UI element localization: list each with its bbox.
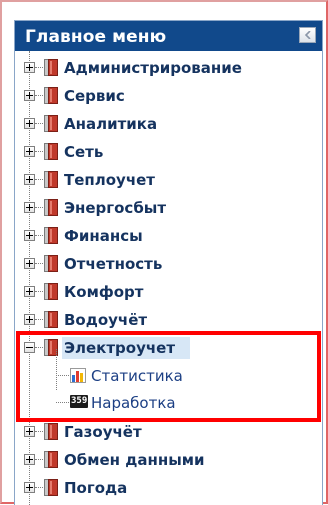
expand-toggle-icon[interactable] [24,90,35,101]
expand-toggle-icon[interactable] [24,258,35,269]
tree-children-line [56,349,57,390]
tree-node-label: Электроучет [64,339,176,357]
tree-child-node[interactable]: 359 Наработка [15,390,322,418]
book-icon [44,283,58,300]
book-icon [44,227,58,244]
tree-node-label: Обмен данными [64,451,205,469]
book-icon [44,115,58,132]
tree-connector [35,487,43,488]
tree-node[interactable]: Газоучёт [15,419,322,447]
tree-connector [56,375,69,376]
expand-toggle-icon[interactable] [24,230,35,241]
book-icon [44,311,58,328]
tree-connector [35,151,43,152]
tree-node[interactable]: Комфорт [15,279,322,307]
menu-tree: Администрирование Сервис Аналитика Сеть Тепл… [15,51,322,505]
tree-node[interactable]: Сеть [15,139,322,167]
tree-connector [35,263,43,264]
book-icon [44,255,58,272]
tree-node-label: Энергосбыт [64,199,167,217]
tree-connector [35,179,43,180]
expand-toggle-icon[interactable] [24,202,35,213]
tree-node[interactable]: Аналитика [15,111,322,139]
tree-connector [35,459,43,460]
tree-connector [35,123,43,124]
expand-toggle-icon[interactable] [24,426,35,437]
book-icon [44,87,58,104]
tree-child-label: Наработка [91,394,176,412]
tree-node-label: Теплоучет [64,171,156,189]
panel-title: Главное меню [25,27,167,47]
tree-node-label: Сервис [64,87,125,105]
tree-connector [35,67,43,68]
expand-toggle-icon[interactable] [24,118,35,129]
tree-node[interactable]: Отчетность [15,251,322,279]
tree-node-label: Водоучёт [64,311,148,329]
tree-node[interactable]: Энергосбыт [15,195,322,223]
expand-toggle-icon[interactable] [24,454,35,465]
tree-connector [35,235,43,236]
main-menu-panel: Главное меню Администрирование Сервис Анал… [14,20,323,505]
tree-node-label: Отчетность [64,255,163,273]
expand-toggle-icon[interactable] [24,314,35,325]
tree-child-node[interactable]: Статистика [15,363,322,391]
tree-node-label: Сеть [64,143,104,161]
tree-node-label: Финансы [64,227,143,245]
collapse-toggle-icon[interactable] [24,342,35,353]
tree-node[interactable]: Обмен данными [15,447,322,475]
tree-node[interactable]: Финансы [15,223,322,251]
tree-connector [56,402,69,403]
collapse-panel-button[interactable] [299,27,316,43]
expand-toggle-icon[interactable] [24,62,35,73]
tree-node[interactable]: Погода [15,475,322,503]
tree-child-label: Статистика [91,367,183,385]
book-icon [44,143,58,160]
expand-toggle-icon[interactable] [24,174,35,185]
tree-node[interactable]: Администрирование [15,55,322,83]
book-icon [44,479,58,496]
book-icon [44,171,58,188]
expand-toggle-icon[interactable] [24,286,35,297]
counter-icon: 359 [70,395,88,410]
tree-connector [35,291,43,292]
tree-connector [35,431,43,432]
expand-toggle-icon[interactable] [24,482,35,493]
tree-node-label: Погода [64,479,128,497]
tree-node-label: Газоучёт [64,423,142,441]
tree-connector [35,207,43,208]
tree-node[interactable]: Водоучёт [15,307,322,335]
tree-node-label: Аналитика [64,115,158,133]
tree-connector [35,95,43,96]
tree-node-label: Комфорт [64,283,144,301]
panel-header: Главное меню [15,21,322,51]
tree-node[interactable]: Сервис [15,83,322,111]
expand-toggle-icon[interactable] [24,146,35,157]
counter-icon-text: 359 [71,396,88,406]
tree-node[interactable]: Теплоучет [15,167,322,195]
tree-connector [35,347,43,348]
book-icon [44,199,58,216]
book-icon [44,423,58,440]
bar-chart-icon [70,368,86,383]
tree-node[interactable]: Электроучет [15,335,322,363]
tree-node-label: Администрирование [64,59,242,77]
book-icon [44,59,58,76]
tree-connector [35,319,43,320]
chevron-left-icon [304,31,311,39]
book-icon [44,451,58,468]
